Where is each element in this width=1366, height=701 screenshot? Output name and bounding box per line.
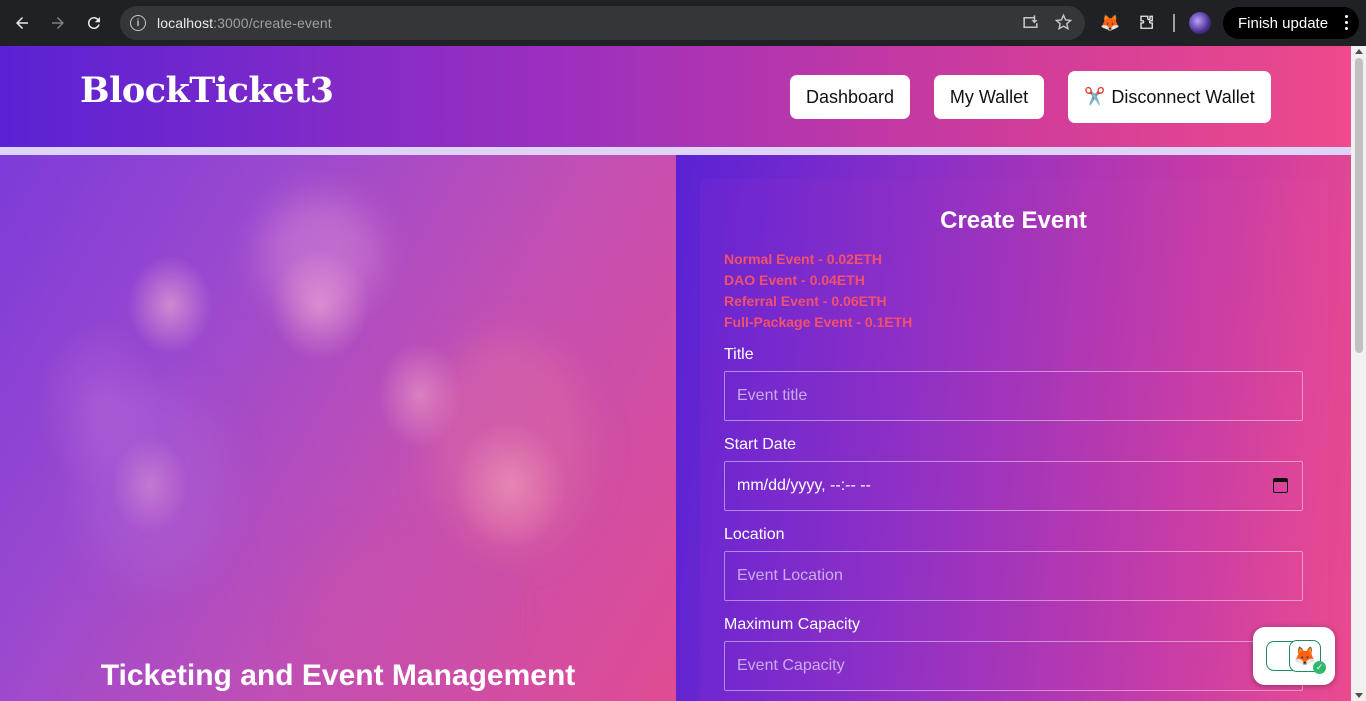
price-item: DAO Event - 0.04ETH (724, 272, 865, 288)
dashboard-button[interactable]: Dashboard (790, 75, 910, 119)
disconnect-wallet-label: Disconnect Wallet (1111, 86, 1255, 107)
capacity-placeholder: Event Capacity (737, 657, 845, 674)
scroll-down-arrow-icon[interactable] (1355, 693, 1363, 698)
header-divider (0, 147, 1351, 155)
site-header: BlockTicket3 Dashboard My Wallet ✂️ Disc… (0, 46, 1351, 147)
connected-check-icon: ✓ (1313, 661, 1326, 674)
arrow-right-icon (52, 17, 64, 29)
extensions-puzzle-icon[interactable] (1136, 12, 1158, 34)
reload-button[interactable] (76, 5, 112, 41)
title-label: Title (724, 346, 754, 363)
create-event-panel: Create Event Normal Event - 0.02ETH DAO … (676, 155, 1351, 701)
start-date-value: mm/dd/yyyy, --:-- -- (737, 477, 871, 494)
scroll-up-arrow-icon[interactable] (1355, 49, 1363, 54)
title-input[interactable]: Event title (724, 371, 1303, 421)
page-viewport: BlockTicket3 Dashboard My Wallet ✂️ Disc… (0, 46, 1351, 701)
location-label: Location (724, 526, 785, 543)
hero-title: Ticketing and Event Management (100, 659, 576, 692)
profile-avatar[interactable] (1189, 12, 1211, 34)
more-menu-icon[interactable] (1345, 15, 1348, 30)
install-app-icon[interactable] (1021, 13, 1040, 32)
disconnect-wallet-button[interactable]: ✂️ Disconnect Wallet (1068, 71, 1271, 123)
location-placeholder: Event Location (737, 567, 843, 584)
start-date-input[interactable]: mm/dd/yyyy, --:-- -- (724, 461, 1303, 511)
start-date-label: Start Date (724, 436, 797, 453)
toolbar-separator (1173, 14, 1175, 32)
browser-toolbar: i localhost:3000/create-event 🦊 Finish u… (0, 0, 1366, 46)
bookmark-star-icon[interactable] (1054, 13, 1073, 32)
crowd-blur (80, 385, 230, 585)
capacity-input[interactable]: Event Capacity (724, 641, 1303, 691)
metamask-extension-icon[interactable]: 🦊 (1099, 12, 1121, 34)
scissors-icon: ✂️ (1084, 87, 1106, 106)
price-item: Full-Package Event - 0.1ETH (724, 314, 913, 330)
form-title: Create Event (940, 207, 1087, 234)
title-placeholder: Event title (737, 387, 808, 404)
site-logo[interactable]: BlockTicket3 (80, 70, 334, 111)
address-bar[interactable]: i localhost:3000/create-event (120, 6, 1085, 40)
my-wallet-button[interactable]: My Wallet (934, 75, 1044, 119)
finish-update-button[interactable]: Finish update (1223, 7, 1359, 39)
hero-image: Ticketing and Event Management (0, 155, 676, 701)
event-price-list: Normal Event - 0.02ETH DAO Event - 0.04E… (724, 249, 912, 333)
metamask-floating-widget[interactable]: 🦊 ✓ (1253, 627, 1335, 685)
reload-icon (87, 17, 100, 30)
back-button[interactable] (4, 5, 40, 41)
site-info-icon[interactable]: i (130, 15, 146, 31)
page-scrollbar[interactable] (1351, 46, 1366, 701)
arrow-left-icon (16, 17, 28, 29)
crowd-blur (260, 195, 380, 315)
crowd-blur (430, 335, 590, 555)
capacity-label: Maximum Capacity (724, 616, 861, 633)
location-input[interactable]: Event Location (724, 551, 1303, 601)
forward-button[interactable] (40, 5, 76, 41)
url-text: localhost:3000/create-event (157, 15, 332, 31)
price-item: Referral Event - 0.06ETH (724, 293, 887, 309)
scrollbar-thumb[interactable] (1355, 58, 1363, 353)
price-item: Normal Event - 0.02ETH (724, 251, 882, 267)
calendar-icon[interactable] (1273, 478, 1288, 493)
